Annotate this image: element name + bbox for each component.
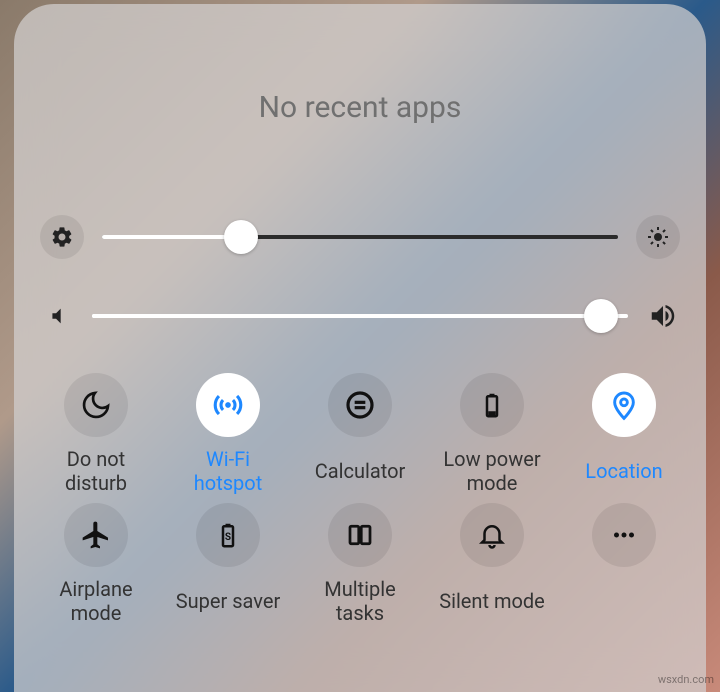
gear-icon (50, 225, 74, 249)
watermark: wsxdn.com (658, 673, 714, 686)
settings-button[interactable] (40, 215, 84, 259)
tile-hotspot[interactable]: Wi-Fi hotspot (164, 373, 292, 495)
volume-thumb[interactable] (584, 299, 618, 333)
volume-low-icon (40, 299, 74, 333)
location-icon (592, 373, 656, 437)
recent-apps-title: No recent apps (26, 4, 694, 195)
battery-saver-icon: S (196, 503, 260, 567)
brightness-row (26, 195, 694, 279)
bell-icon (460, 503, 524, 567)
brightness-slider[interactable] (102, 235, 618, 239)
volume-high-icon (646, 299, 680, 333)
airplane-icon (64, 503, 128, 567)
volume-slider[interactable] (92, 314, 628, 318)
battery-low-icon (460, 373, 524, 437)
tile-calculator[interactable]: Calculator (296, 373, 424, 495)
tile-dnd[interactable]: Do not disturb (32, 373, 160, 495)
more-icon (592, 503, 656, 567)
split-screen-icon (328, 503, 392, 567)
tile-airplane[interactable]: Airplane mode (32, 503, 160, 625)
tile-super-saver[interactable]: S Super saver (164, 503, 292, 625)
brightness-icon (646, 225, 670, 249)
tile-low-power[interactable]: Low power mode (428, 373, 556, 495)
tile-location[interactable]: Location (560, 373, 688, 495)
tile-multitask[interactable]: Multiple tasks (296, 503, 424, 625)
tile-more[interactable] (560, 503, 688, 625)
auto-brightness-button[interactable] (636, 215, 680, 259)
brightness-thumb[interactable] (224, 220, 258, 254)
calculator-icon (328, 373, 392, 437)
volume-row (26, 279, 694, 353)
tile-silent[interactable]: Silent mode (428, 503, 556, 625)
hotspot-icon (196, 373, 260, 437)
control-panel: No recent apps (14, 4, 706, 692)
quick-settings-grid: Do not disturb Wi-Fi hotspot Calculator … (26, 353, 694, 625)
moon-icon (64, 373, 128, 437)
svg-text:S: S (225, 532, 231, 543)
